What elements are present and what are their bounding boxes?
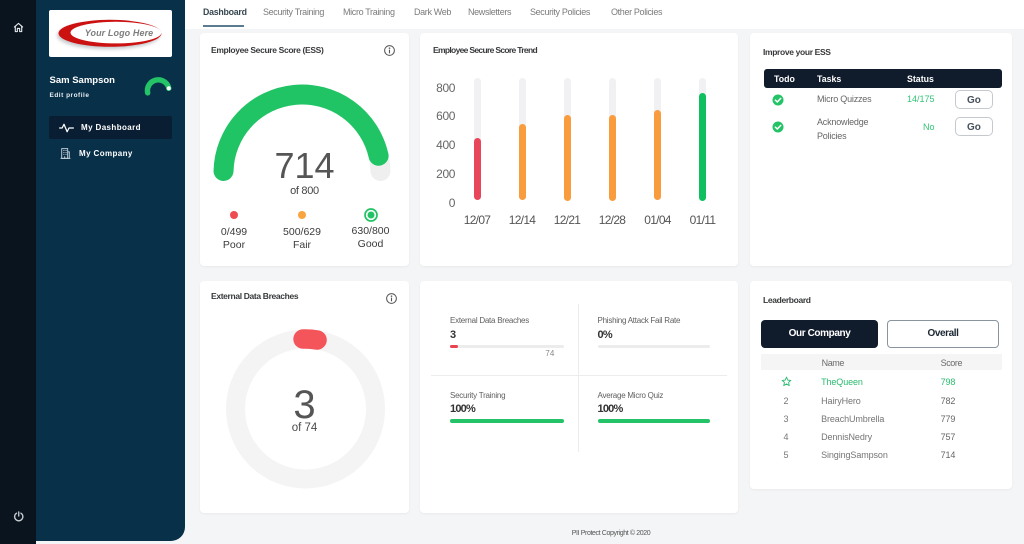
svg-text:Your Logo Here: Your Logo Here (85, 28, 154, 38)
